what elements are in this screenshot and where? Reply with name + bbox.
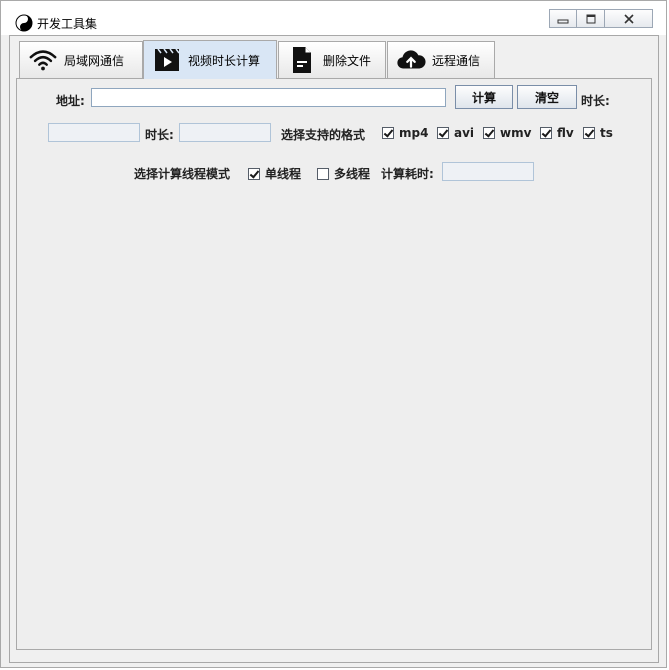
checkbox-box[interactable] xyxy=(248,167,260,180)
format-checkbox-flv[interactable]: flv xyxy=(540,126,574,140)
formats-label: 选择支持的格式 xyxy=(281,128,366,142)
address-label: 地址: xyxy=(56,94,85,108)
address-input[interactable] xyxy=(92,89,445,106)
checkbox-box[interactable] xyxy=(540,127,552,139)
result-field xyxy=(48,123,140,142)
multi-thread-checkbox[interactable]: 多线程 xyxy=(317,165,370,182)
maximize-button[interactable] xyxy=(577,9,605,28)
result-duration-label: 时长: xyxy=(581,94,610,108)
checkbox-box[interactable] xyxy=(483,127,495,139)
result-output xyxy=(49,124,139,141)
tab-lan-communication[interactable]: 局域网通信 xyxy=(19,41,143,78)
elapsed-time-label: 计算耗时: xyxy=(381,167,434,181)
checkbox-box[interactable] xyxy=(317,167,329,180)
single-thread-checkbox[interactable]: 单线程 xyxy=(248,165,301,182)
yin-yang-icon xyxy=(15,14,33,32)
format-checkbox-wmv[interactable]: wmv xyxy=(483,126,531,140)
cloud-upload-icon xyxy=(396,46,426,74)
checkbox-box[interactable] xyxy=(437,127,449,139)
format-checkbox-avi[interactable]: avi xyxy=(437,126,474,140)
checkbox-label: ts xyxy=(600,126,613,140)
duration-output xyxy=(180,124,270,141)
checkbox-label: 多线程 xyxy=(334,167,371,181)
window-controls xyxy=(549,9,653,29)
duration-field xyxy=(179,123,271,142)
maximize-icon xyxy=(586,14,595,23)
window-title: 开发工具集 xyxy=(37,17,98,31)
clear-button[interactable]: 清空 xyxy=(517,85,577,109)
elapsed-time-field xyxy=(442,162,534,181)
wifi-icon xyxy=(28,46,58,74)
minimize-button[interactable] xyxy=(549,9,577,28)
checkbox-label: flv xyxy=(557,126,574,140)
close-button[interactable] xyxy=(605,9,653,28)
checkbox-box[interactable] xyxy=(382,127,394,139)
thread-mode-label: 选择计算线程模式 xyxy=(134,167,231,181)
checkbox-label: avi xyxy=(454,126,475,140)
close-icon xyxy=(623,13,634,24)
tab-delete-files[interactable]: 删除文件 xyxy=(278,41,386,78)
tab-label: 局域网通信 xyxy=(64,53,125,68)
tab-video-duration[interactable]: 视频时长计算 xyxy=(143,40,277,79)
address-field[interactable] xyxy=(91,88,446,107)
format-checkbox-ts[interactable]: ts xyxy=(583,126,613,140)
elapsed-time-output xyxy=(443,163,533,180)
duration-label: 时长: xyxy=(145,128,174,142)
checkbox-box[interactable] xyxy=(583,127,595,139)
tab-label: 远程通信 xyxy=(432,53,481,68)
tab-label: 删除文件 xyxy=(323,53,372,68)
document-icon xyxy=(287,46,317,74)
checkbox-label: 单线程 xyxy=(265,167,302,181)
calculate-button[interactable]: 计算 xyxy=(455,85,513,109)
checkbox-label: mp4 xyxy=(399,126,429,140)
app-window: 开发工具集 局域网通信 视频时长计算 删除文件 远程通信 地址: 计算 清空 时… xyxy=(0,0,667,668)
video-duration-panel: 地址: 计算 清空 时长: 时长: 选择支持的格式 mp4 avi wmv fl… xyxy=(16,78,652,650)
format-checkbox-mp4[interactable]: mp4 xyxy=(382,126,428,140)
tab-remote-communication[interactable]: 远程通信 xyxy=(387,41,495,78)
title-bar: 开发工具集 xyxy=(1,1,666,35)
video-icon xyxy=(152,46,182,74)
main-frame: 局域网通信 视频时长计算 删除文件 远程通信 地址: 计算 清空 时长: 时长:… xyxy=(9,35,659,663)
checkbox-label: wmv xyxy=(500,126,532,140)
tab-label: 视频时长计算 xyxy=(188,53,261,68)
minimize-icon xyxy=(557,19,569,23)
